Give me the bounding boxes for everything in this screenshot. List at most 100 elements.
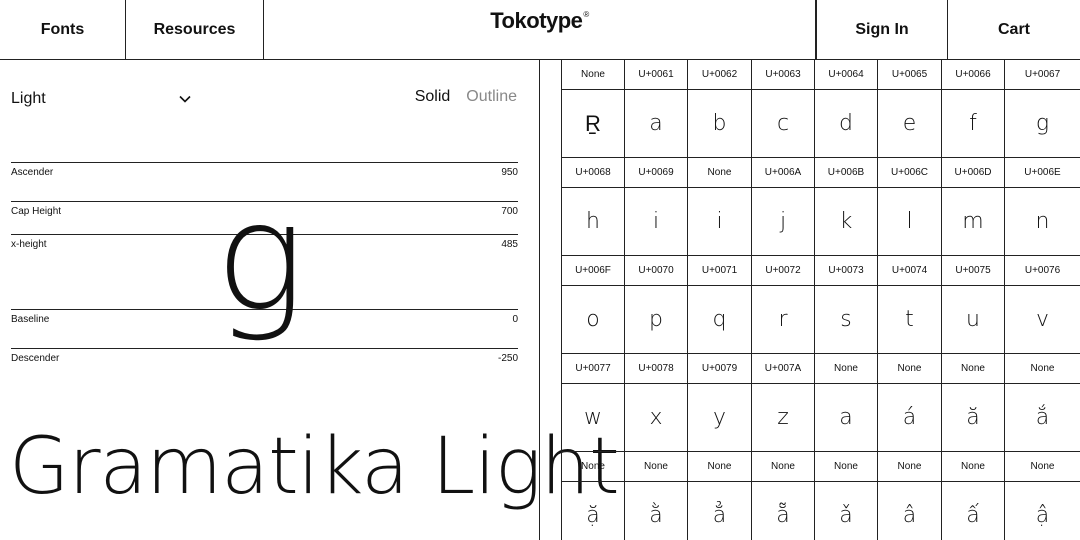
metric-value: 950 <box>501 167 518 178</box>
glyph-code: U+0078 <box>625 354 688 384</box>
glyph-code: None <box>562 452 625 482</box>
glyph-code: U+0063 <box>752 60 815 90</box>
glyph-cell[interactable]: h <box>562 188 625 256</box>
metric-value: 700 <box>501 206 518 217</box>
glyph-cell[interactable]: n <box>1005 188 1080 256</box>
outline-option[interactable]: Outline <box>466 88 517 106</box>
glyph-cell[interactable]: j <box>752 188 815 256</box>
nav-resources-link[interactable]: Resources <box>126 0 264 60</box>
metric-label: Baseline <box>11 314 50 325</box>
glyph-code: None <box>1005 354 1080 384</box>
glyph-cell[interactable]: ǎ <box>815 482 878 540</box>
glyph-cell[interactable]: e <box>878 90 942 158</box>
metric-value: -250 <box>497 353 518 364</box>
glyph-code-row: U+006F U+0070 U+0071 U+0072 U+0073 U+007… <box>562 256 1080 286</box>
chevron-down-icon <box>179 95 191 103</box>
glyph-row: h i i j k l m n <box>562 188 1080 256</box>
glyph-cell[interactable]: ặ <box>562 482 625 540</box>
glyph-cell[interactable]: x <box>625 384 688 452</box>
glyph-cell[interactable]: t <box>878 286 942 354</box>
nav-fonts-link[interactable]: Fonts <box>0 0 126 60</box>
glyph-code: None <box>942 452 1005 482</box>
sign-in-link[interactable]: Sign In <box>816 0 948 60</box>
solid-option[interactable]: Solid <box>415 88 451 106</box>
metric-label: Descender <box>11 353 60 364</box>
glyph-code: U+006F <box>562 256 625 286</box>
font-specimen-text: Gramatika Light <box>9 422 620 512</box>
glyph-cell[interactable]: ẳ <box>688 482 752 540</box>
glyph-cell[interactable]: b <box>688 90 752 158</box>
glyph-code: None <box>688 452 752 482</box>
glyph-cell[interactable]: y <box>688 384 752 452</box>
glyph-code: U+0069 <box>625 158 688 188</box>
glyph-cell[interactable]: s <box>815 286 878 354</box>
glyph-cell[interactable]: â <box>878 482 942 540</box>
cart-link[interactable]: Cart <box>948 0 1080 60</box>
glyph-inspector-panel: Light Solid Outline Ascender 950 Cap Hei… <box>0 60 620 540</box>
glyph-cell[interactable]: ắ <box>1005 384 1080 452</box>
glyph-code: None <box>625 452 688 482</box>
glyph-cell[interactable]: a <box>625 90 688 158</box>
glyph-cell[interactable]: ẵ <box>752 482 815 540</box>
glyph-cell[interactable]: o <box>562 286 625 354</box>
glyph-cell[interactable]: g <box>1005 90 1080 158</box>
glyph-code: U+0068 <box>562 158 625 188</box>
glyph-cell[interactable]: w <box>562 384 625 452</box>
glyph-code-row: None U+0061 U+0062 U+0063 U+0064 U+0065 … <box>562 60 1080 90</box>
glyph-code: None <box>878 452 942 482</box>
glyph-code: U+0061 <box>625 60 688 90</box>
glyph-cell[interactable]: q <box>688 286 752 354</box>
glyph-cell[interactable]: k <box>815 188 878 256</box>
glyph-code: U+006B <box>815 158 878 188</box>
glyph-cell[interactable]: a <box>815 384 878 452</box>
metric-label: Cap Height <box>11 206 62 217</box>
glyph-cell[interactable]: c <box>752 90 815 158</box>
glyph-cell[interactable]: i <box>625 188 688 256</box>
glyph-code: U+006E <box>1005 158 1080 188</box>
glyph-code: None <box>815 452 878 482</box>
glyph-cell[interactable]: R̠ <box>562 90 625 158</box>
glyph-cell[interactable]: r <box>752 286 815 354</box>
glyph-code: None <box>752 452 815 482</box>
glyph-code: U+0075 <box>942 256 1005 286</box>
glyph-code: None <box>562 60 625 90</box>
weight-selected-label: Light <box>11 90 46 107</box>
glyph-code: U+0071 <box>688 256 752 286</box>
weight-dropdown[interactable]: Light <box>11 88 191 110</box>
glyph-cell[interactable]: v <box>1005 286 1080 354</box>
glyph-cell[interactable]: l <box>878 188 942 256</box>
glyph-cell[interactable]: p <box>625 286 688 354</box>
glyph-code: U+006D <box>942 158 1005 188</box>
glyph-cell[interactable]: ă <box>942 384 1005 452</box>
glyph-code-row: U+0077 U+0078 U+0079 U+007A None None No… <box>562 354 1080 384</box>
metric-descender: Descender -250 <box>11 348 518 366</box>
glyph-code-row: U+0068 U+0069 None U+006A U+006B U+006C … <box>562 158 1080 188</box>
glyph-cell[interactable]: z <box>752 384 815 452</box>
glyph-cell[interactable]: i <box>688 188 752 256</box>
glyph-cell[interactable]: d <box>815 90 878 158</box>
metric-label: x-height <box>11 239 47 250</box>
style-toggle: Solid Outline <box>415 88 517 106</box>
glyph-cell[interactable]: ằ <box>625 482 688 540</box>
glyph-code: U+0072 <box>752 256 815 286</box>
glyph-cell[interactable]: u <box>942 286 1005 354</box>
glyph-row: ặ ằ ẳ ẵ ǎ â ấ ậ <box>562 482 1080 540</box>
glyph-cell[interactable]: m <box>942 188 1005 256</box>
glyph-code: U+0066 <box>942 60 1005 90</box>
glyph-cell[interactable]: ấ <box>942 482 1005 540</box>
glyph-cell[interactable]: ậ <box>1005 482 1080 540</box>
metric-label: Ascender <box>11 167 54 178</box>
glyph-cell[interactable]: á <box>878 384 942 452</box>
glyph-code: U+0074 <box>878 256 942 286</box>
glyph-grid: None U+0061 U+0062 U+0063 U+0064 U+0065 … <box>561 60 1080 540</box>
glyph-code: None <box>942 354 1005 384</box>
brand-logo[interactable]: Tokotype ® <box>264 0 816 60</box>
glyph-code: U+0077 <box>562 354 625 384</box>
glyph-code: None <box>1005 452 1080 482</box>
logo-text: Tokotype <box>490 8 583 33</box>
metric-value: 0 <box>512 314 518 325</box>
glyph-row: w x y z a á ă ắ <box>562 384 1080 452</box>
glyph-cell[interactable]: f <box>942 90 1005 158</box>
glyph-code: U+006C <box>878 158 942 188</box>
glyph-code: U+0070 <box>625 256 688 286</box>
